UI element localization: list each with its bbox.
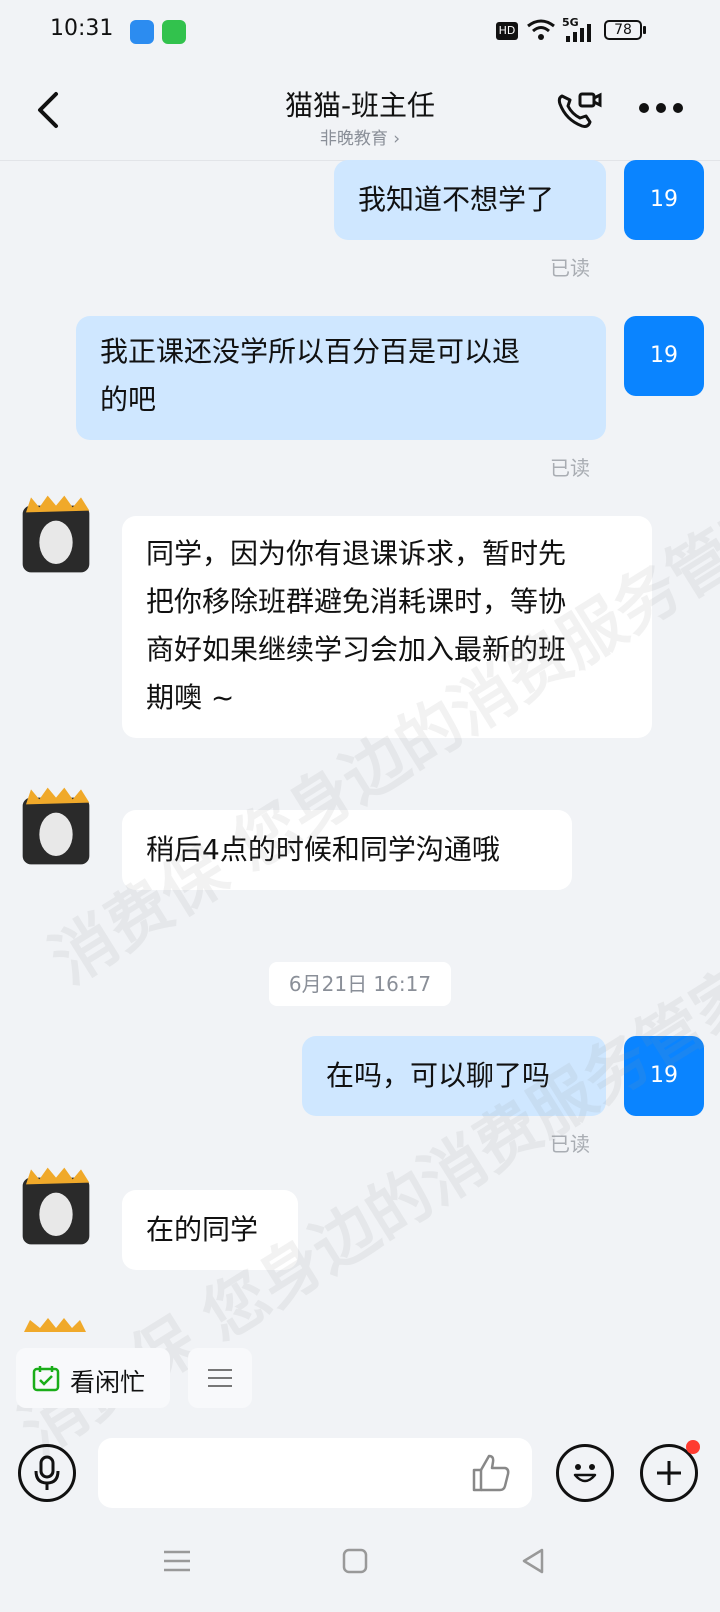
message-bubble-outgoing[interactable]: 在吗，可以聊了吗 [302,1036,606,1116]
battery-tip [643,26,646,34]
teacher-avatar[interactable] [16,494,96,574]
my-avatar[interactable]: 19 [624,1036,704,1116]
calendar-check-icon [32,1366,60,1392]
subtitle-text: 非晚教育 [319,129,388,149]
back-nav-icon[interactable] [520,1548,546,1574]
message-input[interactable] [98,1438,532,1508]
message-line: 同学，因为你有退课诉求，暂时先 [146,537,567,570]
status-bar: 10:31 HD 5G 78 [0,0,720,64]
chat-title[interactable]: 猫猫-班主任 [0,84,720,124]
my-avatar[interactable]: 19 [624,316,704,396]
message-bubble-outgoing[interactable]: 我知道不想学了 [334,160,606,240]
thumbs-up-icon[interactable] [470,1452,512,1494]
teacher-avatar[interactable] [16,1166,96,1246]
message-line: 把你移除班群避免消耗课时，等协 [146,585,567,618]
message-bubble-outgoing[interactable]: 我正课还没学所以百分百是可以退 的吧 [76,316,606,440]
chat-header: 猫猫-班主任 非晚教育 › [0,64,720,161]
message-line: 我正课还没学所以百分百是可以退 [100,335,521,368]
message-bubble-incoming[interactable]: 在的同学 [122,1190,298,1270]
signal-icon [566,24,591,42]
read-status: 已读 [550,256,590,280]
read-status: 已读 [550,1132,590,1156]
quick-menu-button[interactable] [188,1348,252,1408]
status-time: 10:31 [50,16,114,41]
teacher-avatar[interactable] [16,786,96,866]
voice-icon [34,1455,60,1490]
teacher-avatar-partial [24,1318,86,1332]
notification-dot [686,1440,700,1454]
chat-subtitle[interactable]: 非晚教育 › [0,124,720,149]
video-call-icon[interactable] [556,90,602,132]
battery-icon: 78 [604,20,642,40]
menu-nav-icon[interactable] [164,1548,190,1574]
more-icon[interactable] [638,102,684,114]
emoji-button[interactable] [556,1444,614,1502]
message-bubble-incoming[interactable]: 稍后4点的时候和同学沟通哦 [122,810,572,890]
wifi-icon [527,19,555,40]
my-avatar[interactable]: 19 [624,160,704,240]
emoji-icon [573,1464,597,1483]
plus-icon [657,1461,681,1485]
chevron-right-icon: › [393,129,401,149]
message-line: 商好如果继续学习会加入最新的班 [146,633,567,666]
availability-chip[interactable]: 看闲忙 [16,1348,170,1408]
home-nav-icon[interactable] [342,1548,368,1574]
message-bubble-incoming[interactable]: 同学，因为你有退课诉求，暂时先 把你移除班群避免消耗课时，等协 商好如果继续学习… [122,516,652,738]
read-status: 已读 [550,456,590,480]
availability-label: 看闲忙 [70,1368,146,1397]
notification-app-icon [130,20,154,44]
wechat-icon [162,20,186,44]
voice-button[interactable] [18,1444,76,1502]
message-timestamp: 6月21日 16:17 [269,962,451,1006]
message-line: 的吧 [100,383,157,416]
hd-icon: HD [496,22,518,40]
menu-icon [208,1369,232,1387]
message-line: 期噢 ~ [146,681,235,714]
